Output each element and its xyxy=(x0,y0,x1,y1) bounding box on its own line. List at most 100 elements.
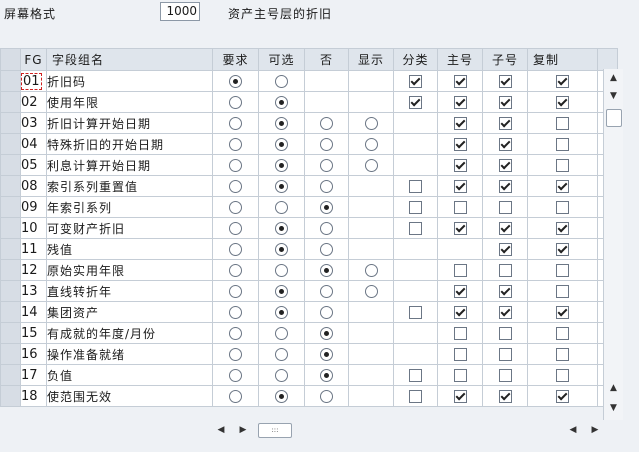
sub-number-checkbox[interactable] xyxy=(498,75,512,88)
required-radio[interactable] xyxy=(229,285,242,298)
copy-checkbox[interactable] xyxy=(556,201,569,214)
column-header-no[interactable]: 否 xyxy=(304,48,349,71)
no-radio[interactable] xyxy=(320,285,333,298)
classification-checkbox[interactable] xyxy=(409,180,422,193)
copy-checkbox[interactable] xyxy=(556,264,569,277)
sub-number-checkbox[interactable] xyxy=(498,222,512,235)
optional-radio[interactable] xyxy=(275,159,288,172)
no-radio[interactable] xyxy=(320,369,333,382)
row-selector[interactable] xyxy=(0,301,21,323)
scroll-right-icon[interactable]: ▶ xyxy=(236,422,250,438)
column-header-display[interactable]: 显示 xyxy=(348,48,394,71)
copy-checkbox[interactable] xyxy=(556,348,569,361)
column-header-fg[interactable]: FG xyxy=(20,48,47,71)
sub-number-checkbox[interactable] xyxy=(498,327,512,340)
sub-number-checkbox[interactable] xyxy=(498,390,512,403)
main-number-checkbox[interactable] xyxy=(453,348,467,361)
required-radio[interactable] xyxy=(229,159,242,172)
optional-radio[interactable] xyxy=(275,222,288,235)
optional-radio[interactable] xyxy=(275,390,288,403)
copy-checkbox[interactable] xyxy=(556,390,569,403)
display-radio[interactable] xyxy=(364,138,378,151)
no-radio[interactable] xyxy=(320,222,333,235)
main-number-checkbox[interactable] xyxy=(453,222,467,235)
copy-checkbox[interactable] xyxy=(556,222,569,235)
sub-number-checkbox[interactable] xyxy=(498,96,512,109)
optional-radio[interactable] xyxy=(275,180,288,193)
row-selector[interactable] xyxy=(0,175,21,197)
copy-checkbox[interactable] xyxy=(556,117,569,130)
copy-checkbox[interactable] xyxy=(556,75,569,88)
scroll-right-end-icon[interactable]: ▶ xyxy=(588,422,602,438)
sub-number-checkbox[interactable] xyxy=(498,159,512,172)
main-number-checkbox[interactable] xyxy=(453,369,467,382)
required-radio[interactable] xyxy=(229,264,242,277)
row-selector[interactable] xyxy=(0,196,21,218)
required-radio[interactable] xyxy=(229,222,242,235)
sub-number-checkbox[interactable] xyxy=(498,180,512,193)
row-selector[interactable] xyxy=(0,112,21,134)
main-number-checkbox[interactable] xyxy=(453,285,467,298)
main-number-checkbox[interactable] xyxy=(453,96,467,109)
select-all-corner[interactable] xyxy=(0,48,21,71)
optional-radio[interactable] xyxy=(275,327,288,340)
required-radio[interactable] xyxy=(229,117,242,130)
main-number-checkbox[interactable] xyxy=(453,306,467,319)
sub-number-checkbox[interactable] xyxy=(498,306,512,319)
classification-checkbox[interactable] xyxy=(409,369,422,382)
row-selector[interactable] xyxy=(0,259,21,281)
required-radio[interactable] xyxy=(229,348,242,361)
row-selector[interactable] xyxy=(0,343,21,365)
copy-checkbox[interactable] xyxy=(556,96,569,109)
optional-radio[interactable] xyxy=(275,138,288,151)
classification-checkbox[interactable] xyxy=(409,201,422,214)
copy-checkbox[interactable] xyxy=(556,327,569,340)
required-radio[interactable] xyxy=(229,75,242,88)
sub-number-checkbox[interactable] xyxy=(498,264,512,277)
main-number-checkbox[interactable] xyxy=(453,264,467,277)
required-radio[interactable] xyxy=(229,96,242,109)
column-header-required[interactable]: 要求 xyxy=(212,48,259,71)
optional-radio[interactable] xyxy=(275,264,288,277)
optional-radio[interactable] xyxy=(275,243,288,256)
horizontal-scroll-thumb[interactable]: ::: xyxy=(258,423,292,438)
classification-checkbox[interactable] xyxy=(409,306,422,319)
copy-checkbox[interactable] xyxy=(556,159,569,172)
no-radio[interactable] xyxy=(320,180,333,193)
main-number-checkbox[interactable] xyxy=(453,390,467,403)
optional-radio[interactable] xyxy=(275,117,288,130)
no-radio[interactable] xyxy=(320,306,333,319)
optional-radio[interactable] xyxy=(275,201,288,214)
classification-checkbox[interactable] xyxy=(409,75,422,88)
classification-checkbox[interactable] xyxy=(409,390,422,403)
sub-number-checkbox[interactable] xyxy=(498,348,512,361)
row-selector[interactable] xyxy=(0,91,21,113)
main-number-checkbox[interactable] xyxy=(453,117,467,130)
copy-checkbox[interactable] xyxy=(556,369,569,382)
no-radio[interactable] xyxy=(320,201,333,214)
no-radio[interactable] xyxy=(320,348,333,361)
sub-number-checkbox[interactable] xyxy=(498,117,512,130)
copy-checkbox[interactable] xyxy=(556,243,569,256)
column-header-optional[interactable]: 可选 xyxy=(258,48,305,71)
row-selector[interactable] xyxy=(0,133,21,155)
optional-radio[interactable] xyxy=(275,96,288,109)
required-radio[interactable] xyxy=(229,390,242,403)
required-radio[interactable] xyxy=(229,369,242,382)
column-header-main-number[interactable]: 主号 xyxy=(437,48,483,71)
scroll-down-icon[interactable]: ▼ xyxy=(604,87,623,105)
sub-number-checkbox[interactable] xyxy=(498,201,512,214)
required-radio[interactable] xyxy=(229,138,242,151)
required-radio[interactable] xyxy=(229,243,242,256)
no-radio[interactable] xyxy=(320,159,333,172)
classification-checkbox[interactable] xyxy=(409,222,422,235)
main-number-checkbox[interactable] xyxy=(453,180,467,193)
required-radio[interactable] xyxy=(229,180,242,193)
optional-radio[interactable] xyxy=(275,306,288,319)
required-radio[interactable] xyxy=(229,201,242,214)
column-header-classification[interactable]: 分类 xyxy=(393,48,438,71)
vertical-scrollbar[interactable]: ▲ ▼ ▲ ▼ xyxy=(603,69,623,420)
copy-checkbox[interactable] xyxy=(556,306,569,319)
sub-number-checkbox[interactable] xyxy=(498,369,512,382)
display-radio[interactable] xyxy=(364,285,378,298)
